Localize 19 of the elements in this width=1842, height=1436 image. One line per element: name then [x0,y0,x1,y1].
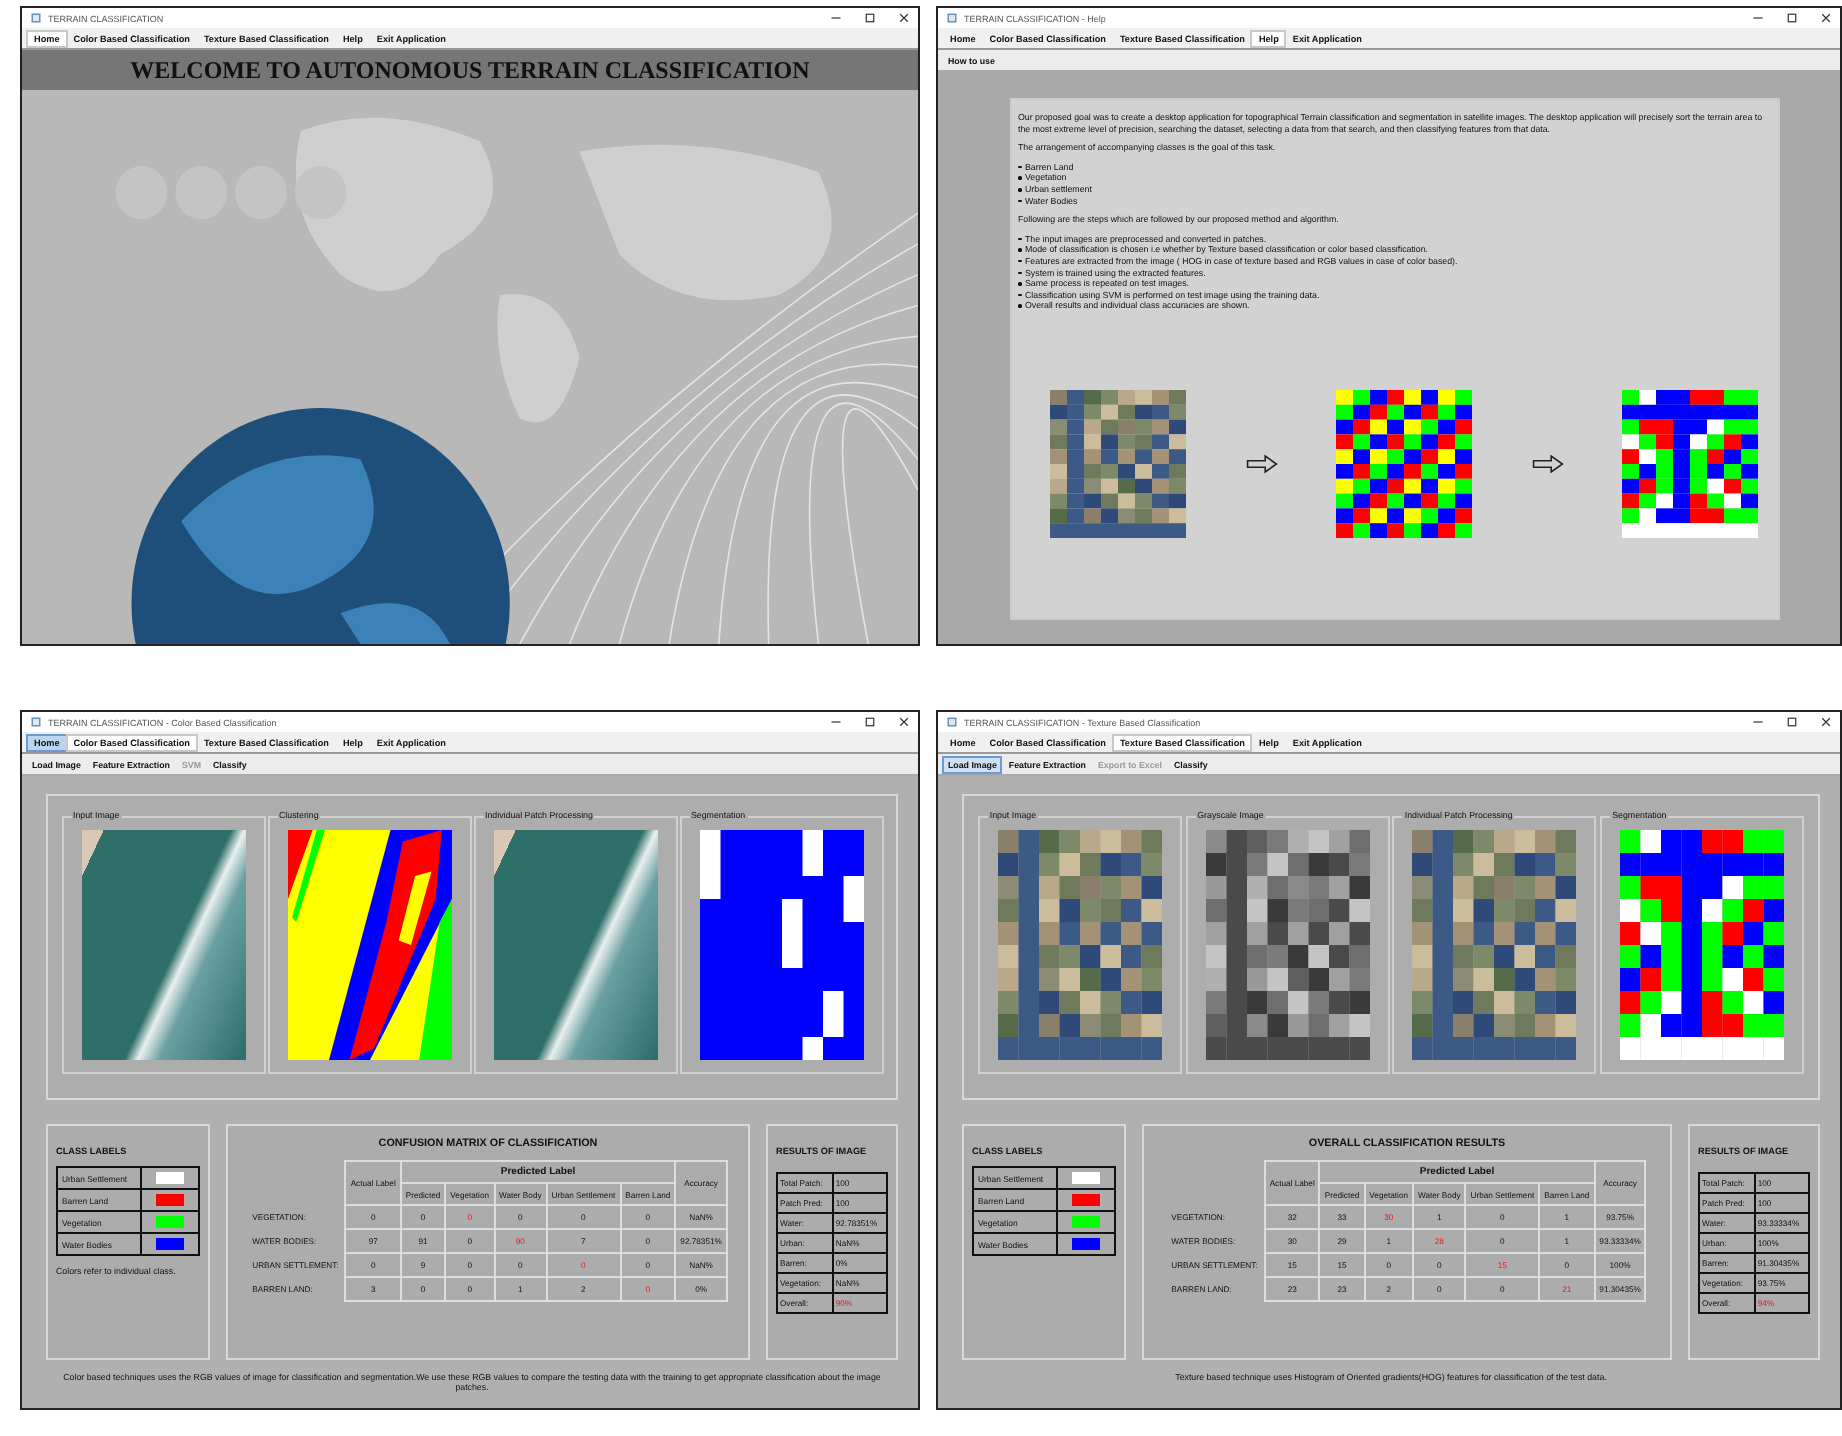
app-icon [30,12,42,24]
app-icon [946,716,958,728]
close-icon[interactable] [1820,716,1832,728]
arrow-icon [1531,454,1563,475]
minimize-icon[interactable] [830,12,842,24]
minimize-icon[interactable] [1752,12,1764,24]
maximize-icon[interactable] [1786,12,1798,24]
maximize-icon[interactable] [864,12,876,24]
close-icon[interactable] [898,716,910,728]
close-icon[interactable] [898,12,910,24]
minimize-icon[interactable] [830,716,842,728]
maximize-icon[interactable] [864,716,876,728]
arrow-icon [1245,454,1277,475]
app-icon [946,12,958,24]
close-icon[interactable] [1820,12,1832,24]
maximize-icon[interactable] [1786,716,1798,728]
minimize-icon[interactable] [1752,716,1764,728]
app-icon [30,716,42,728]
welcome-banner: WELCOME TO AUTONOMOUS TERRAIN CLASSIFICATION [22,50,918,90]
